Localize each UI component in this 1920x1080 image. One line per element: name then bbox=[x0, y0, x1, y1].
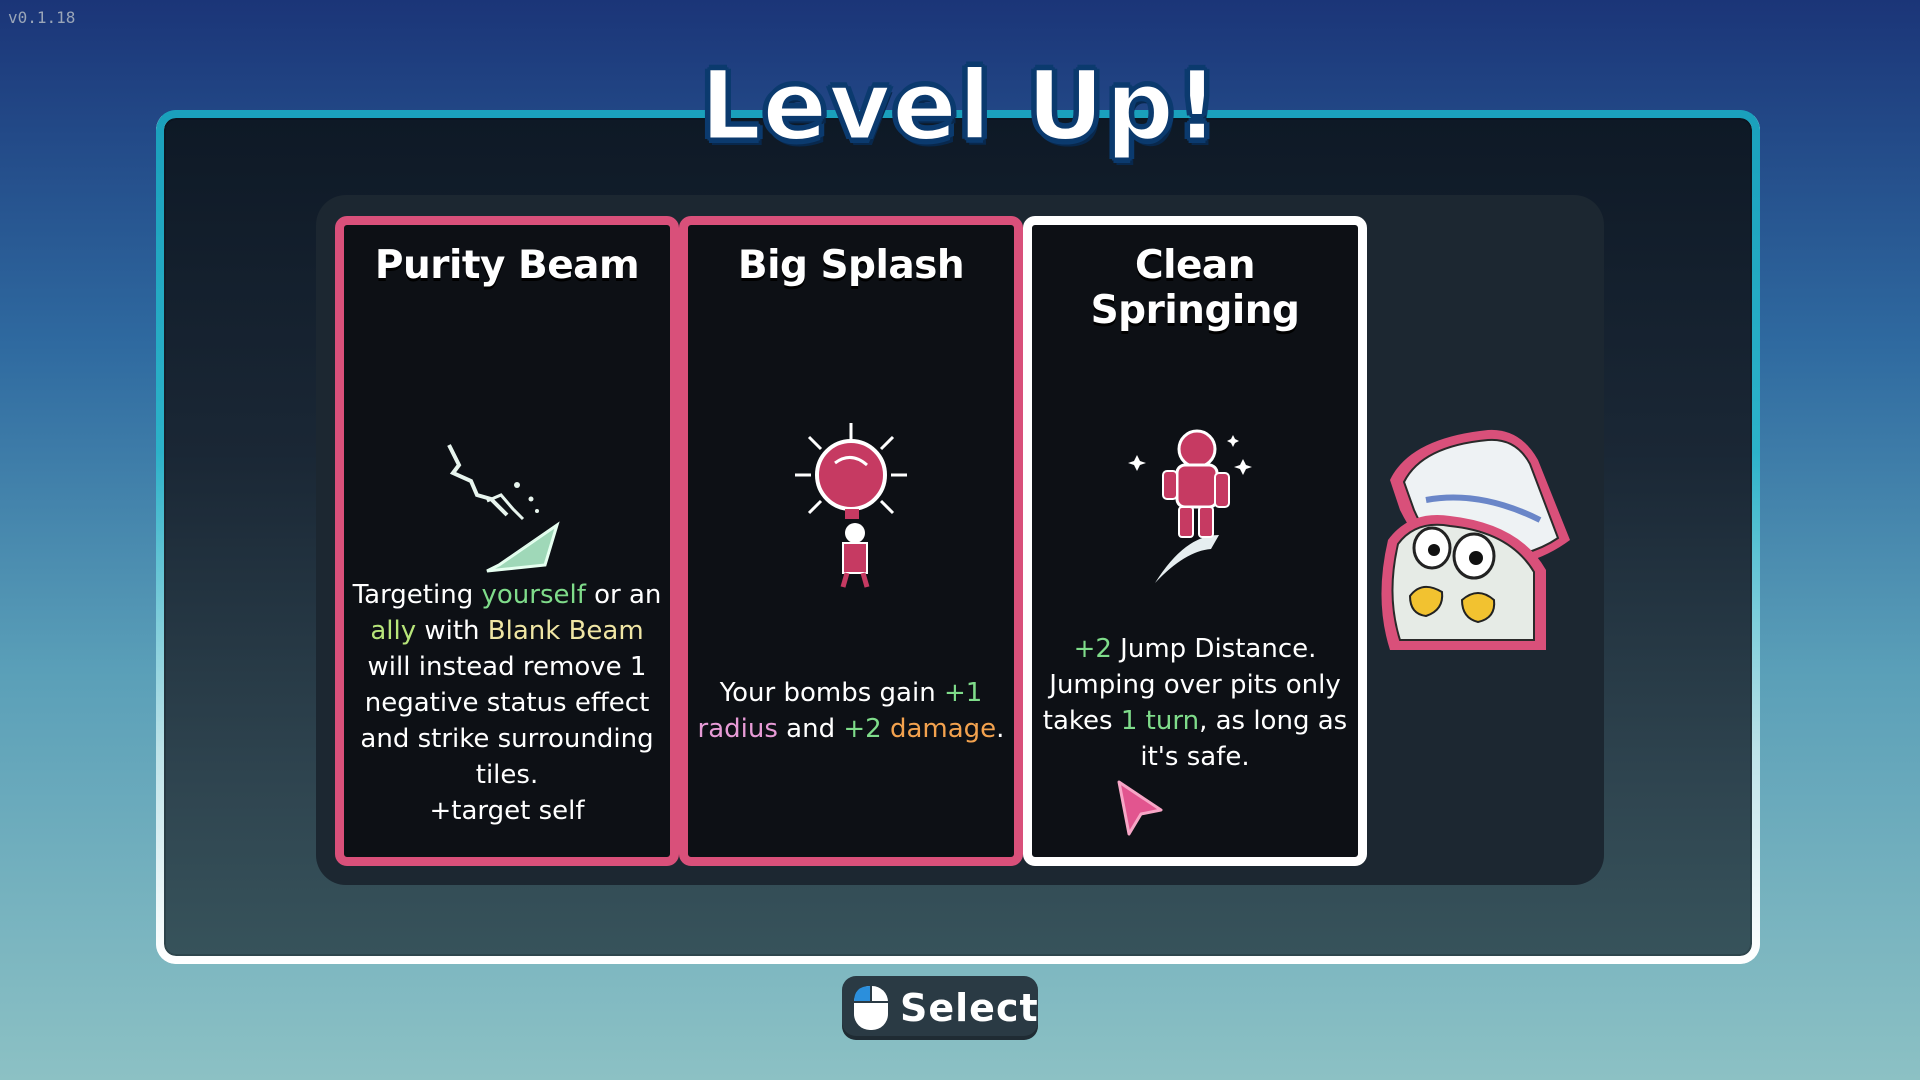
pointer-cursor-icon bbox=[1117, 780, 1163, 836]
description-segment: or an bbox=[585, 580, 662, 610]
description-segment: with bbox=[416, 616, 488, 646]
description-segment: Your bombs gain bbox=[719, 678, 944, 708]
beam-icon bbox=[447, 444, 560, 573]
card-description: Your bombs gain +1 radius and +2 damage. bbox=[694, 675, 1008, 747]
description-segment: yourself bbox=[481, 580, 586, 610]
mascot-character-icon bbox=[1381, 429, 1570, 650]
description-segment: . bbox=[996, 714, 1005, 744]
card-title: Purity Beam bbox=[374, 243, 640, 288]
card-bonus: +target self bbox=[429, 796, 585, 826]
version-label: v0.1.18 bbox=[8, 8, 76, 27]
upgrade-card-purity-beam[interactable]: Purity Beam Targeting yourself or an all… bbox=[335, 216, 679, 866]
description-segment: radius bbox=[697, 714, 778, 744]
mouse-left-click-icon bbox=[854, 986, 888, 1030]
description-segment: damage bbox=[889, 714, 997, 744]
card-title: Clean Springing bbox=[1090, 243, 1300, 333]
card-description: +2 Jump Distance. Jumping over pits only… bbox=[1038, 631, 1352, 775]
description-segment: +1 bbox=[943, 678, 983, 708]
description-segment: ally bbox=[370, 616, 417, 646]
select-button[interactable]: Select bbox=[842, 976, 1038, 1040]
select-button-label: Select bbox=[900, 986, 1039, 1030]
card-title: Big Splash bbox=[737, 243, 965, 288]
bomb-icon bbox=[795, 423, 907, 588]
spring-jump-icon bbox=[1128, 429, 1252, 583]
description-segment: and bbox=[777, 714, 844, 744]
description-segment: Blank Beam bbox=[487, 616, 644, 646]
description-segment: Targeting bbox=[352, 580, 482, 610]
upgrade-card-big-splash[interactable]: Big Splash Your bombs gain +1 radius and… bbox=[679, 216, 1023, 866]
page-title: Level Up! bbox=[699, 49, 1221, 164]
card-description: Targeting yourself or an ally with Blank… bbox=[350, 577, 664, 793]
description-segment: +2 bbox=[1073, 634, 1112, 664]
description-segment: +2 bbox=[843, 714, 890, 744]
description-segment: will instead remove 1 negative status ef… bbox=[360, 652, 654, 790]
upgrade-card-clean-springing[interactable]: Clean Springing +2 Jump Distance. Jumpin… bbox=[1023, 216, 1367, 866]
description-segment: 1 turn bbox=[1120, 706, 1200, 736]
